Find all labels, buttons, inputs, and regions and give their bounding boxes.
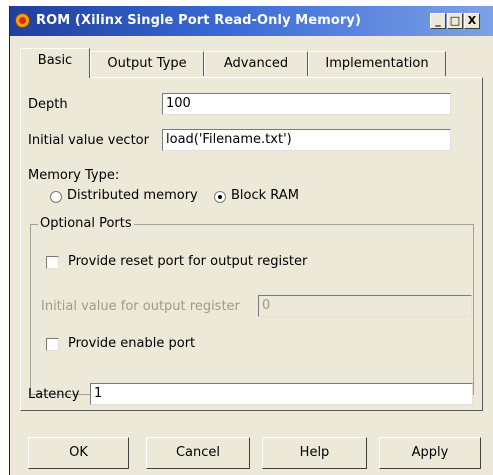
apply-button[interactable]: Apply bbox=[379, 437, 481, 469]
tab-implementation[interactable]: Implementation bbox=[308, 51, 446, 76]
depth-label: Depth bbox=[28, 97, 68, 112]
help-button[interactable]: Help bbox=[262, 437, 367, 469]
xilinx-app-icon bbox=[15, 13, 30, 28]
memory-type-label: Memory Type: bbox=[28, 168, 120, 183]
ok-button[interactable]: OK bbox=[28, 437, 129, 469]
tab-basic[interactable]: Basic bbox=[20, 48, 90, 78]
cancel-button[interactable]: Cancel bbox=[146, 437, 250, 469]
rom-dialog-window: ROM (Xilinx Single Port Read-Only Memory… bbox=[9, 6, 493, 475]
latency-input[interactable]: 1 bbox=[90, 383, 473, 405]
latency-label: Latency bbox=[28, 387, 80, 402]
distributed-memory-label[interactable]: Distributed memory bbox=[67, 188, 198, 203]
window-title: ROM (Xilinx Single Port Read-Only Memory… bbox=[36, 13, 362, 28]
radio-selected-dot bbox=[218, 195, 222, 199]
block-ram-label[interactable]: Block RAM bbox=[231, 188, 299, 203]
tab-output-type[interactable]: Output Type bbox=[90, 51, 204, 76]
enable-port-checkbox[interactable] bbox=[46, 338, 59, 351]
depth-input[interactable]: 100 bbox=[162, 93, 451, 115]
initial-output-input: 0 bbox=[258, 295, 472, 317]
reset-port-label[interactable]: Provide reset port for output register bbox=[68, 254, 307, 269]
radio-distributed-memory[interactable] bbox=[50, 191, 62, 203]
initial-value-vector-input[interactable]: load('Filename.txt') bbox=[162, 129, 451, 151]
radio-block-ram[interactable] bbox=[214, 191, 226, 203]
initial-output-label: Initial value for output register bbox=[41, 299, 240, 314]
optional-ports-title: Optional Ports bbox=[38, 216, 134, 231]
tab-advanced[interactable]: Advanced bbox=[204, 51, 308, 76]
maximize-button[interactable]: □ bbox=[447, 13, 463, 29]
reset-port-checkbox[interactable] bbox=[46, 256, 59, 269]
minimize-button[interactable]: _ bbox=[430, 13, 446, 29]
title-bar[interactable]: ROM (Xilinx Single Port Read-Only Memory… bbox=[10, 6, 493, 36]
enable-port-label[interactable]: Provide enable port bbox=[68, 336, 195, 351]
close-button[interactable]: X bbox=[464, 13, 480, 29]
initial-value-vector-label: Initial value vector bbox=[28, 133, 149, 148]
